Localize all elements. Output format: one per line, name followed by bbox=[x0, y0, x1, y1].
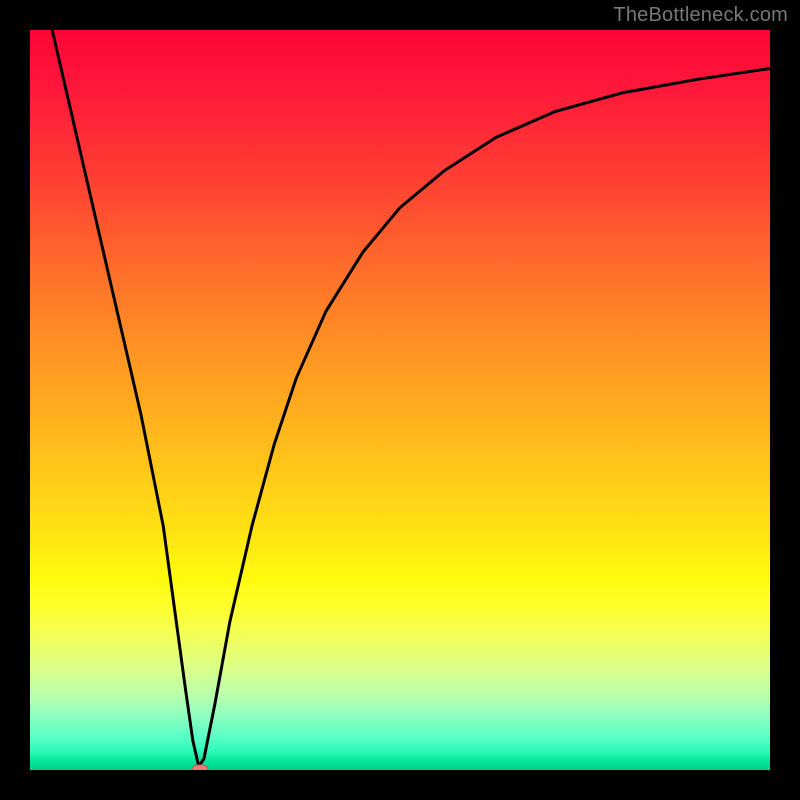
watermark-text: TheBottleneck.com bbox=[613, 4, 788, 27]
plot-area bbox=[28, 28, 772, 772]
chart-frame: TheBottleneck.com bbox=[0, 0, 800, 800]
min-bottleneck-marker bbox=[192, 765, 208, 772]
bottleneck-curve bbox=[30, 30, 770, 770]
